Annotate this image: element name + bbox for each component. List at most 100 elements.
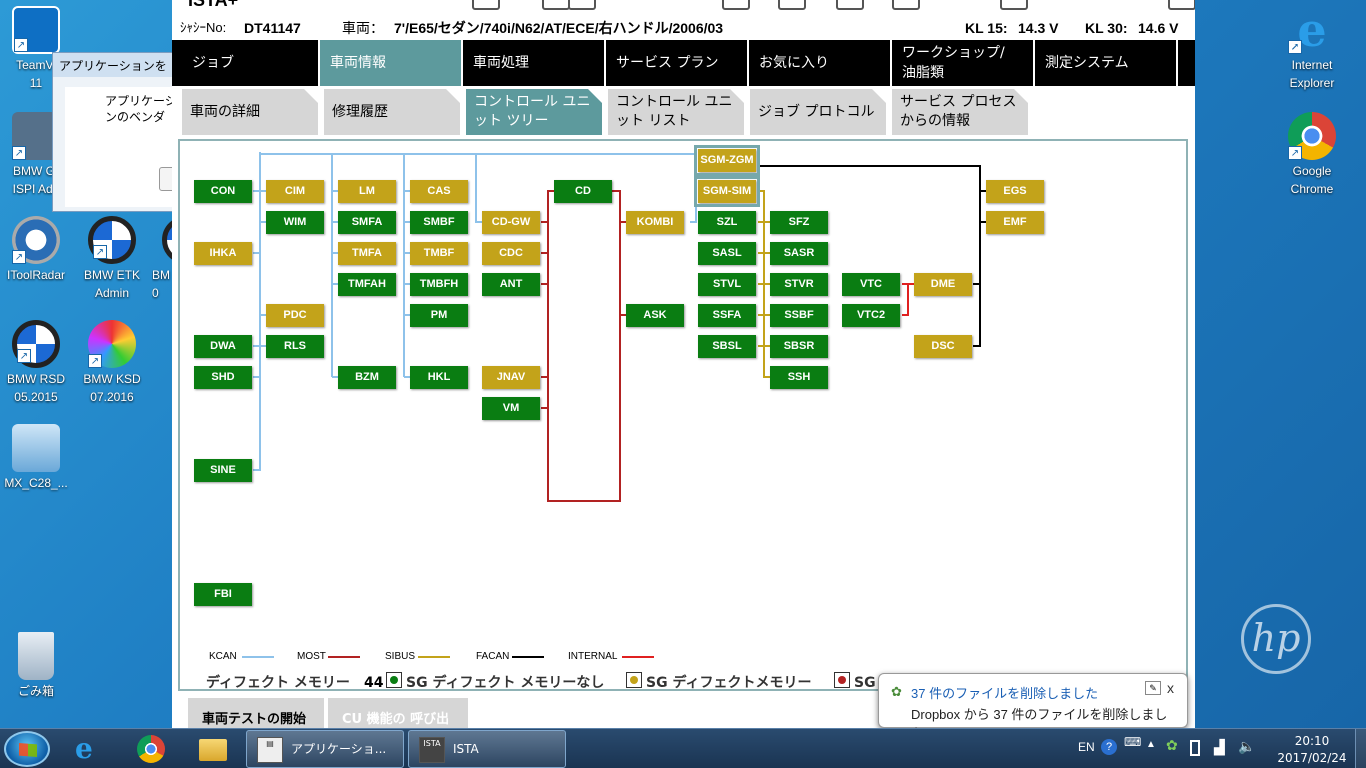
ecu-dsc[interactable]: DSC <box>914 335 972 358</box>
desktop-icon-itoolradar[interactable]: ↗ IToolRadar <box>0 216 72 284</box>
ecu-tmbfh[interactable]: TMBFH <box>410 273 468 296</box>
ecu-ssfa[interactable]: SSFA <box>698 304 756 327</box>
subtab-control-unit-tree[interactable]: コントロール ユニット ツリー <box>466 89 602 135</box>
ecu-vtc[interactable]: VTC <box>842 273 900 296</box>
start-vehicle-test-button[interactable]: 車両テストの開始 <box>188 698 324 730</box>
back-icon[interactable] <box>542 0 570 10</box>
ecu-ihka[interactable]: IHKA <box>194 242 252 265</box>
print-icon[interactable] <box>568 0 596 10</box>
ecu-ant[interactable]: ANT <box>482 273 540 296</box>
subtab-service-process[interactable]: サービス プロセス からの情報 <box>892 89 1028 135</box>
call-cu-function-button[interactable]: CU 機能の 呼び出し <box>328 698 468 730</box>
ecu-vm[interactable]: VM <box>482 397 540 420</box>
ecu-sgm-sim[interactable]: SGM-SIM <box>694 176 760 207</box>
ecu-ssh[interactable]: SSH <box>770 366 828 389</box>
air-icon[interactable] <box>1000 0 1028 10</box>
ecu-tmfa[interactable]: TMFA <box>338 242 396 265</box>
desktop-icon-bmw-partial[interactable]: BM 0 <box>152 216 172 302</box>
window-icon[interactable] <box>836 0 864 10</box>
ecu-sgm-zgm[interactable]: SGM-ZGM <box>694 145 760 176</box>
ecu-pdc[interactable]: PDC <box>266 304 324 327</box>
show-hidden-icons[interactable]: ▲ <box>1146 739 1156 768</box>
subtab-vehicle-details[interactable]: 車両の詳細 <box>182 89 318 135</box>
ecu-cd-gw[interactable]: CD-GW <box>482 211 540 234</box>
ecu-rls[interactable]: RLS <box>266 335 324 358</box>
background-dialog[interactable]: アプリケーションを i アプリケーシ ンのベンダ <box>52 52 182 212</box>
ecu-con[interactable]: CON <box>194 180 252 203</box>
ecu-ssbf[interactable]: SSBF <box>770 304 828 327</box>
ecu-cas[interactable]: CAS <box>410 180 468 203</box>
ecu-wim[interactable]: WIM <box>266 211 324 234</box>
pin-icon[interactable]: ✎ <box>1145 681 1161 695</box>
tab-measurement[interactable]: 測定システム <box>1035 40 1178 86</box>
ecu-sfz[interactable]: SFZ <box>770 211 828 234</box>
ecu-cdc[interactable]: CDC <box>482 242 540 265</box>
ecu-bzm[interactable]: BZM <box>338 366 396 389</box>
ecu-sine[interactable]: SINE <box>194 459 252 482</box>
desktop-icon-bmw-ksd[interactable]: ↗ BMW KSD 07.2016 <box>76 320 148 406</box>
close-icon[interactable]: x <box>1167 680 1174 696</box>
ecu-sbsr[interactable]: SBSR <box>770 335 828 358</box>
network-icon[interactable]: ▟ <box>1214 739 1225 768</box>
clock[interactable]: 20:10 2017/02/24 <box>1272 733 1352 767</box>
subtab-job-protocol[interactable]: ジョブ プロトコル <box>750 89 886 135</box>
show-desktop-button[interactable] <box>1355 729 1366 768</box>
ecu-smfa[interactable]: SMFA <box>338 211 396 234</box>
volume-icon[interactable]: 🔈 <box>1238 738 1255 768</box>
ecu-cd[interactable]: CD <box>554 180 612 203</box>
help-icon[interactable]: ? <box>1101 739 1117 755</box>
language-indicator[interactable]: EN <box>1078 729 1095 768</box>
ecu-dme[interactable]: DME <box>914 273 972 296</box>
ecu-dwa[interactable]: DWA <box>194 335 252 358</box>
subtab-repair-history[interactable]: 修理履歴 <box>324 89 460 135</box>
close-icon[interactable] <box>1168 0 1195 10</box>
tray-keyboard-icon[interactable]: ⌨ <box>1124 735 1141 768</box>
tab-jobs[interactable]: ジョブ <box>172 40 320 86</box>
tab-favorites[interactable]: お気に入り <box>749 40 892 86</box>
ecu-tmfah[interactable]: TMFAH <box>338 273 396 296</box>
taskbar-pin-explorer[interactable] <box>186 731 240 767</box>
ecu-sasl[interactable]: SASL <box>698 242 756 265</box>
ecu-lm[interactable]: LM <box>338 180 396 203</box>
desktop-icon-mx-file[interactable]: MX_C28_... <box>0 424 72 492</box>
ecu-kombi[interactable]: KOMBI <box>626 211 684 234</box>
tools-icon[interactable] <box>778 0 806 10</box>
dropbox-notification[interactable]: ✿ 37 件のファイルを削除しました Dropbox から 37 件のファイルを… <box>878 673 1188 741</box>
dropbox-tray-icon[interactable]: ✿ <box>1166 737 1178 768</box>
measure-icon[interactable] <box>892 0 920 10</box>
tab-vehicle-processing[interactable]: 車両処理 <box>463 40 606 86</box>
ecu-fbi[interactable]: FBI <box>194 583 252 606</box>
ecu-szl[interactable]: SZL <box>698 211 756 234</box>
start-button[interactable] <box>4 731 50 767</box>
ecu-ask[interactable]: ASK <box>626 304 684 327</box>
ecu-hkl[interactable]: HKL <box>410 366 468 389</box>
ecu-smbf[interactable]: SMBF <box>410 211 468 234</box>
desktop-icon-internet-explorer[interactable]: e ↗ Internet Explorer <box>1276 6 1348 92</box>
desktop-icon-bmw-etk[interactable]: ↗ BMW ETK Admin <box>76 216 148 302</box>
ecu-cim[interactable]: CIM <box>266 180 324 203</box>
taskbar-window-dialog[interactable]: ▤ アプリケーショ... <box>246 730 404 768</box>
desktop-icon-chrome[interactable]: ↗ Google Chrome <box>1276 112 1348 198</box>
tab-service-plan[interactable]: サービス プラン <box>606 40 749 86</box>
ecu-jnav[interactable]: JNAV <box>482 366 540 389</box>
battery-icon[interactable] <box>1190 740 1200 756</box>
desktop-icon-bmw-rsd[interactable]: ↗ BMW RSD 05.2015 <box>0 320 72 406</box>
subtab-control-unit-list[interactable]: コントロール ユニット リスト <box>608 89 744 135</box>
refresh-icon[interactable] <box>722 0 750 10</box>
tab-vehicle-info[interactable]: 車両情報 <box>320 40 463 86</box>
tab-workshop[interactable]: ワークショップ/ 油脂類 <box>892 40 1035 86</box>
taskbar-pin-chrome[interactable] <box>124 731 178 767</box>
ecu-sbsl[interactable]: SBSL <box>698 335 756 358</box>
ecu-tmbf[interactable]: TMBF <box>410 242 468 265</box>
desktop-icon-recycle-bin[interactable]: ごみ箱 <box>0 632 72 700</box>
ecu-egs[interactable]: EGS <box>986 180 1044 203</box>
ecu-stvl[interactable]: STVL <box>698 273 756 296</box>
ecu-pm[interactable]: PM <box>410 304 468 327</box>
ecu-stvr[interactable]: STVR <box>770 273 828 296</box>
ecu-sasr[interactable]: SASR <box>770 242 828 265</box>
home-icon[interactable] <box>472 0 500 10</box>
taskbar-pin-ie[interactable]: e <box>62 731 116 767</box>
ecu-vtc2[interactable]: VTC2 <box>842 304 900 327</box>
taskbar-window-ista[interactable]: ISTA ISTA <box>408 730 566 768</box>
ecu-emf[interactable]: EMF <box>986 211 1044 234</box>
